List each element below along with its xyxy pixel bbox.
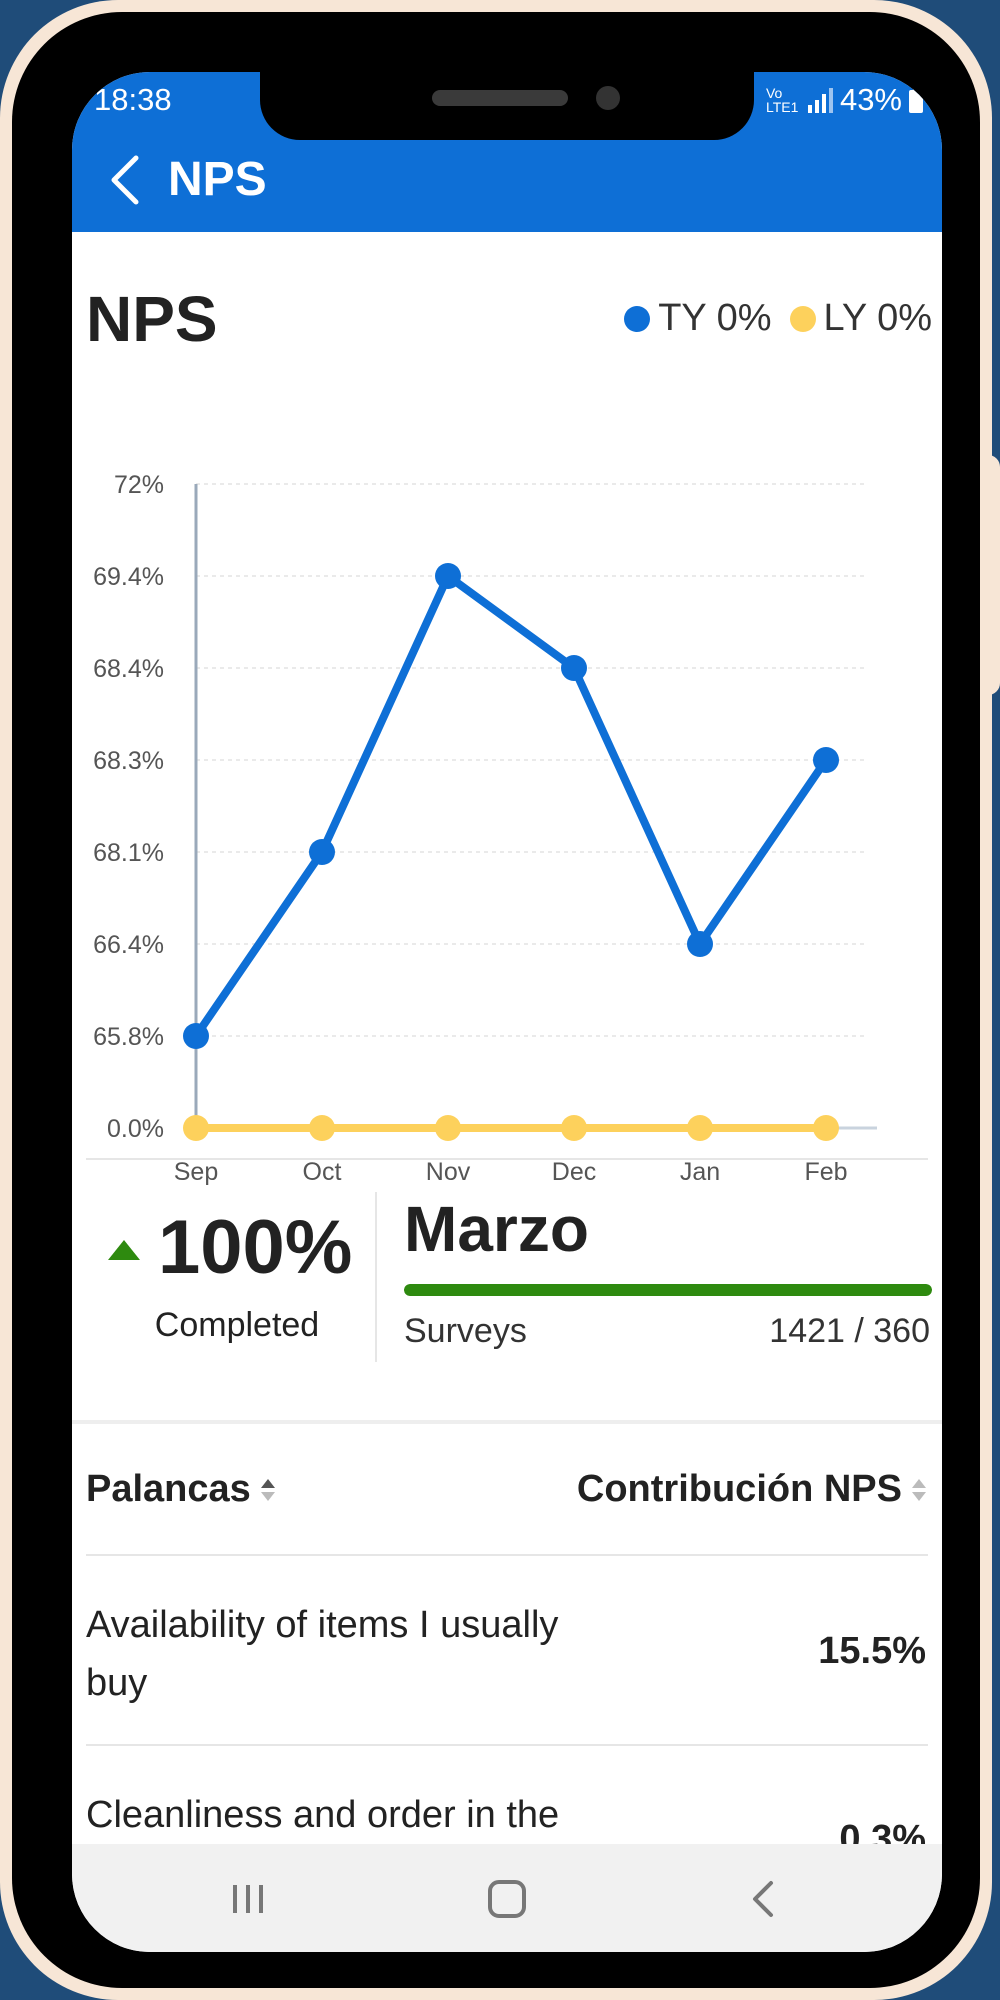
battery-icon xyxy=(909,87,923,113)
survey-progress-fill xyxy=(404,1284,932,1296)
data-point-ty xyxy=(183,1023,209,1049)
y-tick-label: 66.4% xyxy=(93,931,164,959)
phone-bezel: 18:38 Vo LTE1 43% NPS NPS TY 0% LY 0% 0.… xyxy=(12,12,980,1988)
row-label: Cleanliness and order in the xyxy=(86,1794,560,1836)
row-label: Availability of items I usually buy xyxy=(86,1604,559,1704)
signal-icon xyxy=(807,88,833,113)
arrow-up-icon xyxy=(108,1240,140,1260)
survey-progress-bar xyxy=(404,1284,932,1296)
data-point-ly xyxy=(687,1115,713,1141)
front-camera xyxy=(596,86,620,110)
y-tick-label: 68.4% xyxy=(93,655,164,683)
chart-legend: TY 0% LY 0% xyxy=(606,297,932,340)
home-icon[interactable] xyxy=(467,1864,547,1934)
x-tick-label: Dec xyxy=(552,1158,596,1186)
app-header: 18:38 Vo LTE1 43% NPS xyxy=(72,72,942,232)
surveys-label: Surveys xyxy=(404,1312,527,1350)
back-icon[interactable] xyxy=(722,1864,802,1934)
legend-label-ty: TY 0% xyxy=(658,297,772,339)
kpi-value: 100% xyxy=(158,1205,353,1290)
legend-label-ly: LY 0% xyxy=(823,297,932,339)
data-point-ly xyxy=(183,1115,209,1141)
data-point-ly xyxy=(435,1115,461,1141)
page-title: NPS xyxy=(168,153,267,206)
section-separator xyxy=(72,1420,942,1424)
recents-icon[interactable] xyxy=(208,1864,288,1934)
row-value: 15.5% xyxy=(818,1630,926,1672)
y-tick-label: 68.1% xyxy=(93,839,164,867)
data-point-ty xyxy=(435,563,461,589)
x-tick-label: Nov xyxy=(426,1158,471,1186)
table-divider xyxy=(86,1554,928,1556)
phone-side-button xyxy=(985,455,1000,695)
chevron-left-icon xyxy=(111,155,139,205)
data-point-ly xyxy=(561,1115,587,1141)
series-line-ty xyxy=(192,572,830,1040)
y-tick-label: 69.4% xyxy=(93,563,164,591)
column-header-contribucion[interactable]: Contribución NPS xyxy=(577,1468,926,1511)
data-point-ly xyxy=(309,1115,335,1141)
data-point-ty xyxy=(687,931,713,957)
status-icons: Vo LTE1 43% xyxy=(766,82,924,118)
column-header-label: Contribución NPS xyxy=(576,1468,902,1510)
battery-percent: 43% xyxy=(839,82,902,117)
system-nav-bar xyxy=(72,1844,942,1952)
nps-line-chart: 0.0% 65.8% 66.4% 68.1% 68.3% 68.4% 69.4% 72% Sep… xyxy=(93,471,877,1186)
sort-icon xyxy=(260,1478,275,1501)
screen: 18:38 Vo LTE1 43% NPS NPS TY 0% LY 0% 0.… xyxy=(72,72,942,1952)
x-tick-label: Oct xyxy=(303,1158,342,1186)
data-point-ty xyxy=(561,655,587,681)
data-point-ly xyxy=(813,1115,839,1141)
table-divider xyxy=(86,1744,928,1746)
back-button[interactable] xyxy=(100,150,150,210)
kpi-separator xyxy=(375,1192,377,1362)
column-header-palancas[interactable]: Palancas xyxy=(86,1468,275,1511)
x-tick-label: Sep xyxy=(174,1158,218,1186)
legend-item-ly: LY 0% xyxy=(789,297,932,340)
data-point-ty xyxy=(813,747,839,773)
month-title: Marzo xyxy=(404,1193,589,1265)
sort-icon xyxy=(912,1478,926,1501)
status-time: 18:38 xyxy=(94,82,172,117)
data-point-ty xyxy=(309,839,335,865)
column-header-label: Palancas xyxy=(86,1468,251,1510)
network-label: Vo LTE1 xyxy=(765,85,799,115)
y-tick-label: 72% xyxy=(114,471,164,499)
speaker xyxy=(432,90,568,106)
camera-notch xyxy=(260,72,754,140)
legend-dot-ty xyxy=(624,305,651,332)
y-tick-label: 0.0% xyxy=(107,1115,164,1143)
divider xyxy=(86,1158,928,1160)
kpi-label: Completed xyxy=(154,1306,320,1344)
y-tick-label: 65.8% xyxy=(93,1023,164,1051)
y-tick-label: 68.3% xyxy=(93,747,164,775)
surveys-count: 1421 / 360 xyxy=(769,1312,930,1350)
section-title: NPS xyxy=(86,283,218,355)
x-tick-label: Feb xyxy=(804,1158,847,1186)
legend-item-ty: TY 0% xyxy=(624,297,772,340)
x-tick-label: Jan xyxy=(680,1158,720,1186)
legend-dot-ly xyxy=(789,305,816,332)
